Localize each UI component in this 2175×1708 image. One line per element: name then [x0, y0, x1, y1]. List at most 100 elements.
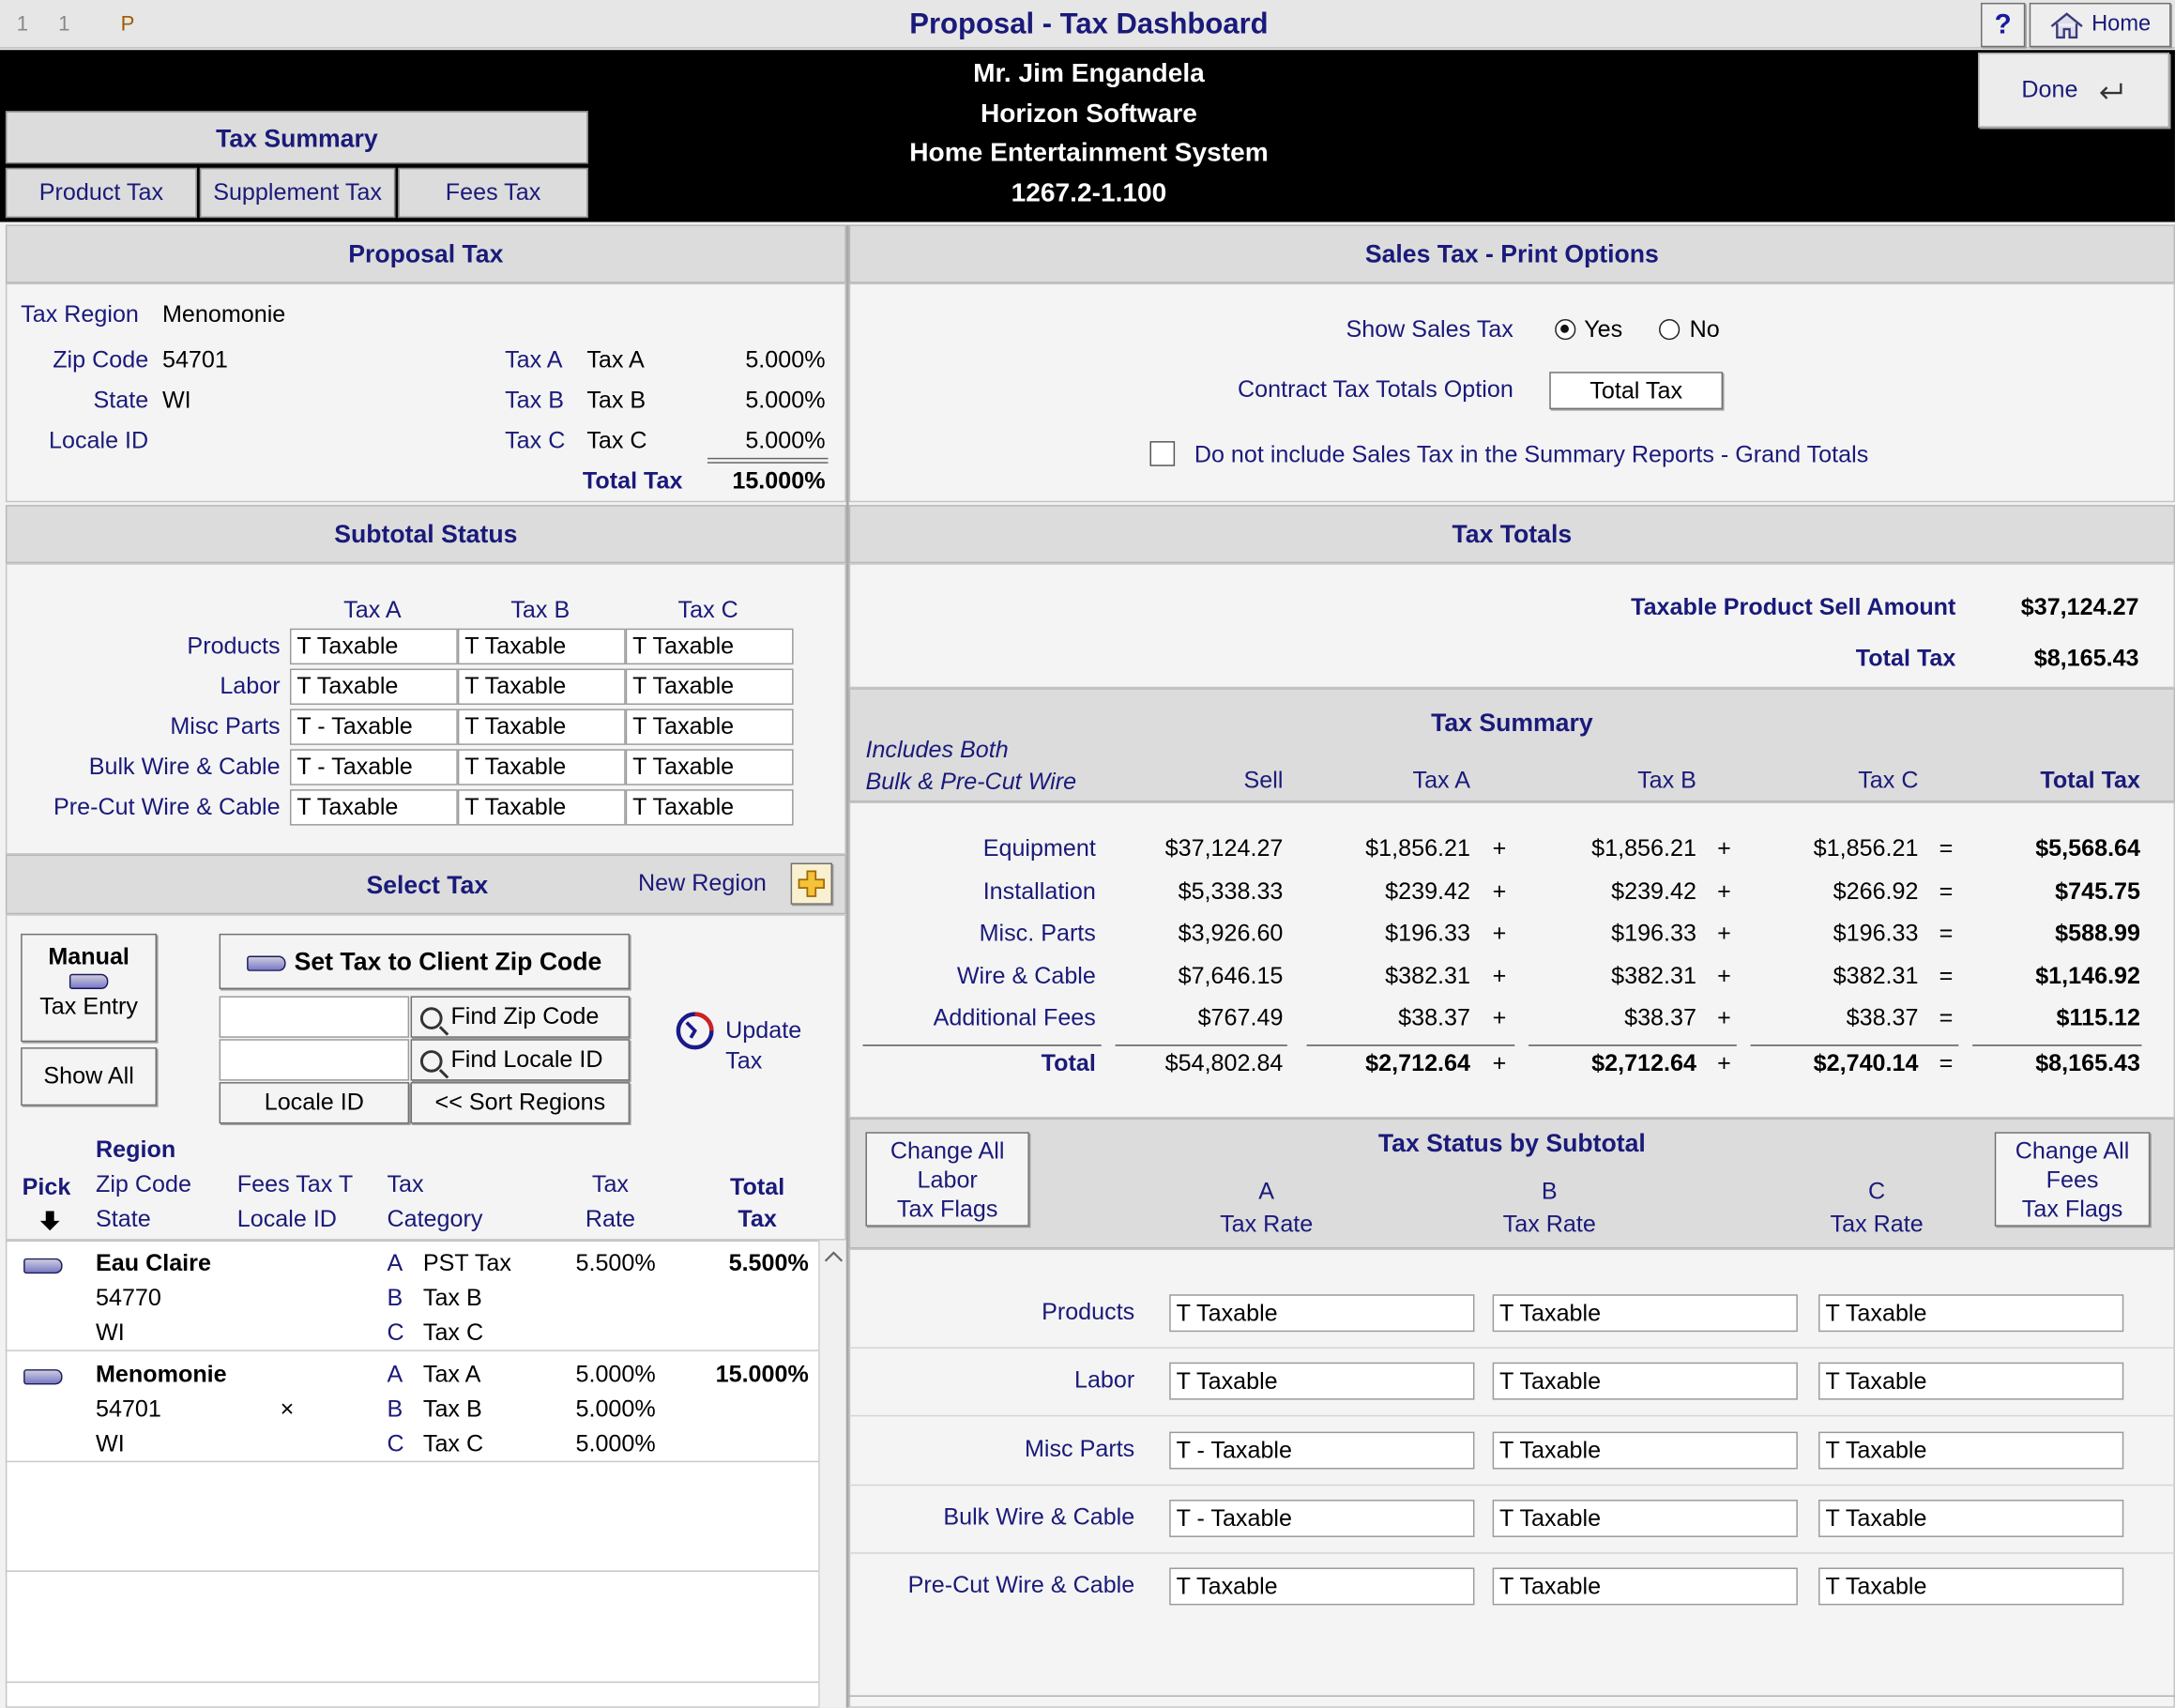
subtotal-tax-flag-field[interactable]: T Taxable [457, 628, 626, 665]
status-by-subtotal-title: Tax Status by Subtotal [1377, 1129, 1646, 1157]
col-category: Category [387, 1205, 483, 1232]
status-tax-flag-field[interactable]: T Taxable [1492, 1363, 1798, 1401]
subtotal-tax-flag-field[interactable]: T Taxable [289, 668, 458, 705]
state-value: WI [161, 387, 191, 414]
update-tax-label: Tax [725, 1047, 763, 1075]
status-tax-flag-field[interactable]: T Taxable [1492, 1294, 1798, 1333]
pick-region-icon[interactable] [23, 1258, 63, 1274]
region-zip: 54701 [96, 1395, 161, 1423]
set-tax-client-zip-button[interactable]: Set Tax to Client Zip Code [219, 933, 631, 990]
subtotal-tax-flag-field[interactable]: T Taxable [625, 789, 794, 826]
subtotal-tax-flag-field[interactable]: T - Taxable [289, 709, 458, 745]
status-tax-flag-field[interactable]: T Taxable [1492, 1567, 1798, 1606]
region-category-name: Tax C [422, 1430, 484, 1457]
find-zip-code-button[interactable]: Find Zip Code [410, 996, 631, 1038]
new-region-button[interactable] [790, 862, 832, 905]
change-labor-line-2: Labor [917, 1167, 978, 1194]
tax-b-code: Tax B [505, 387, 564, 414]
locale-id-search-input[interactable] [219, 1039, 410, 1081]
home-icon [2051, 11, 2084, 38]
tab-fees-tax[interactable]: Fees Tax [398, 167, 588, 219]
status-tax-flag-field[interactable]: T Taxable [1818, 1363, 2124, 1401]
region-list-scrollbar[interactable] [818, 1240, 846, 1708]
summary-row-value: $38.37 [1398, 1004, 1470, 1031]
help-button[interactable]: ? [1981, 2, 2026, 48]
status-tax-flag-field[interactable]: T Taxable [1818, 1567, 2124, 1606]
region-category-rate: 5.000% [575, 1361, 656, 1388]
show-sales-tax-yes-label[interactable]: Yes [1584, 316, 1622, 344]
mode-indicator: P [120, 12, 135, 37]
col-pick: Pick [22, 1173, 71, 1200]
tax-entry-label: Tax Entry [39, 993, 138, 1020]
subtotal-tax-flag-field[interactable]: T Taxable [625, 628, 794, 665]
status-tax-flag-field[interactable]: T Taxable [1492, 1499, 1798, 1537]
subtotal-tax-flag-field[interactable]: T Taxable [289, 789, 458, 826]
wire-note-1: Includes Both [865, 736, 1009, 764]
pencil-icon [247, 955, 286, 971]
show-all-button[interactable]: Show All [21, 1047, 158, 1106]
print-options-title: Sales Tax - Print Options [1364, 239, 1659, 268]
plus-sign: + [1717, 1050, 1731, 1077]
status-tax-flag-field[interactable]: T Taxable [1169, 1294, 1475, 1333]
status-tax-flag-field[interactable]: T Taxable [1492, 1431, 1798, 1469]
zip-code-search-input[interactable] [219, 996, 410, 1038]
subtotal-tax-flag-field[interactable]: T Taxable [457, 749, 626, 785]
status-tax-flag-field[interactable]: T Taxable [1818, 1431, 2124, 1469]
plus-sign: + [1492, 920, 1507, 947]
subtotal-tax-flag-field[interactable]: T Taxable [625, 709, 794, 745]
summary-row-value: $1,856.21 [1813, 834, 1919, 862]
print-options-header: Sales Tax - Print Options [848, 224, 2175, 283]
show-sales-tax-no-radio[interactable] [1659, 319, 1681, 341]
region-category-letter: A [387, 1361, 403, 1388]
status-tax-flag-field[interactable]: T Taxable [1169, 1363, 1475, 1401]
set-tax-client-zip-label: Set Tax to Client Zip Code [294, 947, 602, 976]
status-tax-flag-field[interactable]: T Taxable [1818, 1499, 2124, 1537]
subtotal-tax-flag-field[interactable]: T Taxable [457, 709, 626, 745]
region-category-letter: C [387, 1319, 404, 1346]
window-title: Proposal - Tax Dashboard [909, 8, 1269, 40]
done-button[interactable]: Done [1978, 53, 2170, 129]
tax-summary-tab-header[interactable]: Tax Summary [5, 111, 588, 164]
region-category-rate: 5.000% [575, 1395, 656, 1423]
plus-sign: + [1492, 962, 1507, 989]
status-col-c-letter: C [1868, 1178, 1886, 1205]
contract-tax-totals-select[interactable]: Total Tax [1549, 372, 1724, 410]
manual-tax-entry-button[interactable]: Manual Tax Entry [21, 933, 158, 1043]
find-locale-id-button[interactable]: Find Locale ID [410, 1039, 631, 1081]
status-tax-flag-field[interactable]: T - Taxable [1169, 1499, 1475, 1537]
bottom-divider [848, 1695, 2175, 1697]
show-sales-tax-no-label[interactable]: No [1690, 316, 1720, 344]
exclude-sales-tax-label[interactable]: Do not include Sales Tax in the Summary … [1194, 441, 1868, 469]
subtotal-tax-flag-field[interactable]: T Taxable [625, 749, 794, 785]
contract-tax-totals-label: Contract Tax Totals Option [1237, 375, 1513, 403]
subtotal-tax-flag-field[interactable]: T Taxable [457, 789, 626, 826]
exclude-sales-tax-checkbox[interactable] [1149, 441, 1176, 466]
locale-id-sort-button[interactable]: Locale ID [219, 1082, 410, 1124]
summary-row-value: $382.31 [1611, 962, 1696, 989]
sort-regions-button[interactable]: << Sort Regions [410, 1082, 631, 1124]
pick-region-icon[interactable] [23, 1369, 63, 1385]
new-region-label[interactable]: New Region [638, 870, 767, 898]
subtotal-tax-flag-field[interactable]: T - Taxable [289, 749, 458, 785]
tab-product-tax[interactable]: Product Tax [5, 167, 197, 219]
scroll-up-icon[interactable] [821, 1246, 846, 1269]
region-list-divider [5, 1570, 819, 1572]
region-list-divider [5, 1681, 819, 1684]
subtotal-tax-flag-field[interactable]: T Taxable [289, 628, 458, 665]
change-all-labor-tax-flags-button[interactable]: Change All Labor Tax Flags [865, 1132, 1029, 1227]
subtotal-tax-flag-field[interactable]: T Taxable [625, 668, 794, 705]
show-sales-tax-yes-radio[interactable] [1555, 319, 1576, 341]
change-all-fees-tax-flags-button[interactable]: Change All Fees Tax Flags [1994, 1132, 2151, 1227]
col-tax-rate-2: Rate [585, 1205, 635, 1232]
home-button[interactable]: Home [2029, 2, 2171, 48]
status-tax-flag-field[interactable]: T Taxable [1818, 1294, 2124, 1333]
status-tax-flag-field[interactable]: T Taxable [1169, 1567, 1475, 1606]
update-tax-button[interactable]: Update Tax [671, 1010, 824, 1076]
summary-row-value: $382.31 [1833, 962, 1919, 989]
subtotal-tax-flag-field[interactable]: T Taxable [457, 668, 626, 705]
tab-supplement-tax[interactable]: Supplement Tax [199, 167, 396, 219]
status-tax-flag-field[interactable]: T - Taxable [1169, 1431, 1475, 1469]
summary-col-total-tax: Total Tax [2040, 767, 2141, 794]
col-total-tax-2: Tax [738, 1205, 777, 1232]
summary-row-label: Total [1041, 1050, 1096, 1077]
